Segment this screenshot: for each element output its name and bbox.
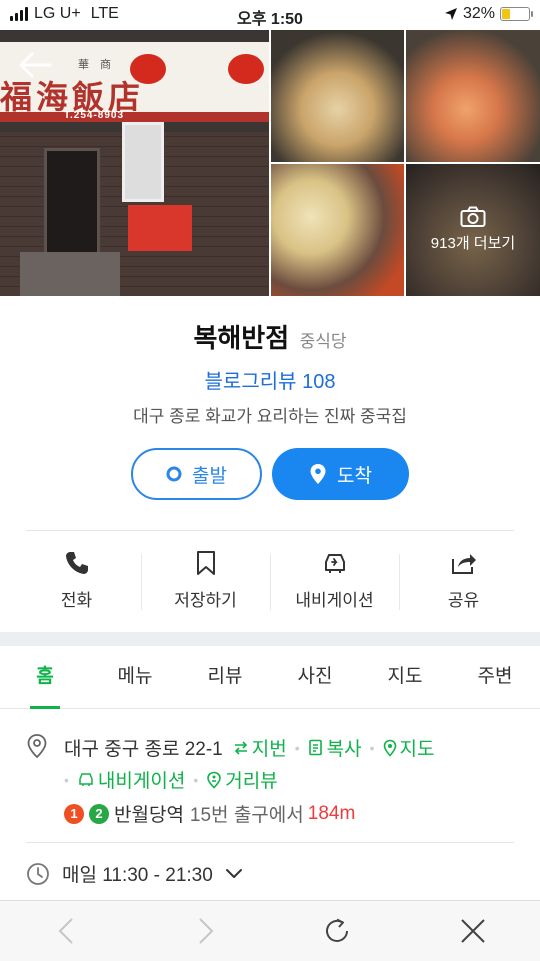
action-bar: 전화 저장하기 내비게이션 공유 [12, 546, 528, 618]
save-button[interactable]: 저장하기 [141, 546, 270, 618]
place-category: 중식당 [299, 332, 347, 351]
swap-icon [234, 740, 247, 755]
subway-info: 1 2 반월당역 15번 출구에서 184m [64, 800, 355, 827]
blog-review-link[interactable]: 블로그리뷰 108 [0, 365, 540, 394]
copy-link[interactable]: 복사 [308, 734, 362, 761]
navigation-link[interactable]: 내비게이션 [77, 766, 185, 793]
tab-nearby[interactable]: 주변 [450, 646, 540, 708]
phone-icon [65, 552, 88, 574]
back-arrow-icon[interactable] [16, 50, 56, 80]
browser-toolbar [0, 900, 540, 961]
location-pin-icon [27, 734, 47, 759]
more-photos-tile[interactable]: 913개 더보기 [406, 164, 540, 296]
more-photos-label: 913개 더보기 [430, 235, 516, 252]
arrive-label: 도착 [337, 465, 372, 487]
map-pin-icon [310, 464, 326, 484]
battery-icon [500, 7, 533, 21]
navigation-button[interactable]: 내비게이션 [270, 546, 399, 618]
place-description: 대구 종로 화교가 요리하는 진짜 중국집 [133, 407, 407, 426]
location-arrow-icon [444, 8, 457, 20]
clock-icon [27, 862, 49, 885]
tab-menu[interactable]: 메뉴 [90, 646, 180, 708]
tab-map[interactable]: 지도 [360, 646, 450, 708]
status-bar: LG U+ LTE 오후 1:50 32% [0, 0, 540, 30]
tab-home[interactable]: 홈 [0, 646, 90, 709]
subway-line-1-badge: 1 [64, 803, 84, 824]
hours-row[interactable]: 매일 11:30 - 21:30 [26, 860, 243, 887]
share-button[interactable]: 공유 [399, 546, 528, 618]
start-label: 출발 [192, 465, 227, 487]
start-button[interactable]: 출발 [131, 448, 262, 500]
arrive-button[interactable]: 도착 [272, 448, 409, 500]
chevron-down-icon [225, 868, 242, 878]
section-separator [0, 632, 540, 646]
car-icon [324, 554, 345, 573]
streetview-icon [207, 771, 222, 789]
battery-percent: 32% [462, 5, 495, 22]
bookmark-icon [196, 551, 215, 575]
food-photo[interactable] [406, 30, 540, 162]
tab-review[interactable]: 리뷰 [180, 646, 270, 708]
food-photo[interactable] [271, 164, 404, 296]
hours-text: 매일 11:30 - 21:30 [62, 865, 213, 886]
address-text: 대구 중구 종로 22-1 [64, 739, 223, 760]
place-title: 복해반점 [193, 323, 290, 353]
car-icon [79, 772, 93, 786]
copy-icon [308, 739, 322, 755]
call-button[interactable]: 전화 [12, 546, 141, 618]
subway-line-2-badge: 2 [89, 803, 109, 824]
jibun-link[interactable]: 지번 [233, 734, 287, 761]
reload-icon[interactable] [322, 916, 352, 946]
photo-grid: 華 商 福海飯店 T.254-8903 913개 더보기 [0, 30, 540, 296]
map-pin-icon [383, 739, 396, 757]
map-link[interactable]: 지도 [383, 734, 434, 761]
share-icon [451, 554, 476, 574]
storefront-photo[interactable]: 華 商 福海飯店 T.254-8903 [0, 30, 269, 296]
streetview-link[interactable]: 거리뷰 [206, 766, 278, 793]
station-name: 반월당역 [114, 805, 184, 826]
food-photo[interactable] [271, 30, 404, 162]
station-distance: 184m [307, 802, 356, 824]
station-exit: 15번 출구에서 [189, 805, 304, 826]
status-right: 32% [444, 5, 533, 23]
forward-icon[interactable] [190, 916, 220, 946]
close-icon[interactable] [458, 916, 488, 946]
back-icon[interactable] [52, 916, 82, 946]
camera-icon [460, 206, 486, 227]
tab-bar: 홈 메뉴 리뷰 사진 지도 주변 [0, 646, 540, 709]
tab-photo[interactable]: 사진 [270, 646, 360, 708]
start-point-icon [166, 466, 182, 482]
